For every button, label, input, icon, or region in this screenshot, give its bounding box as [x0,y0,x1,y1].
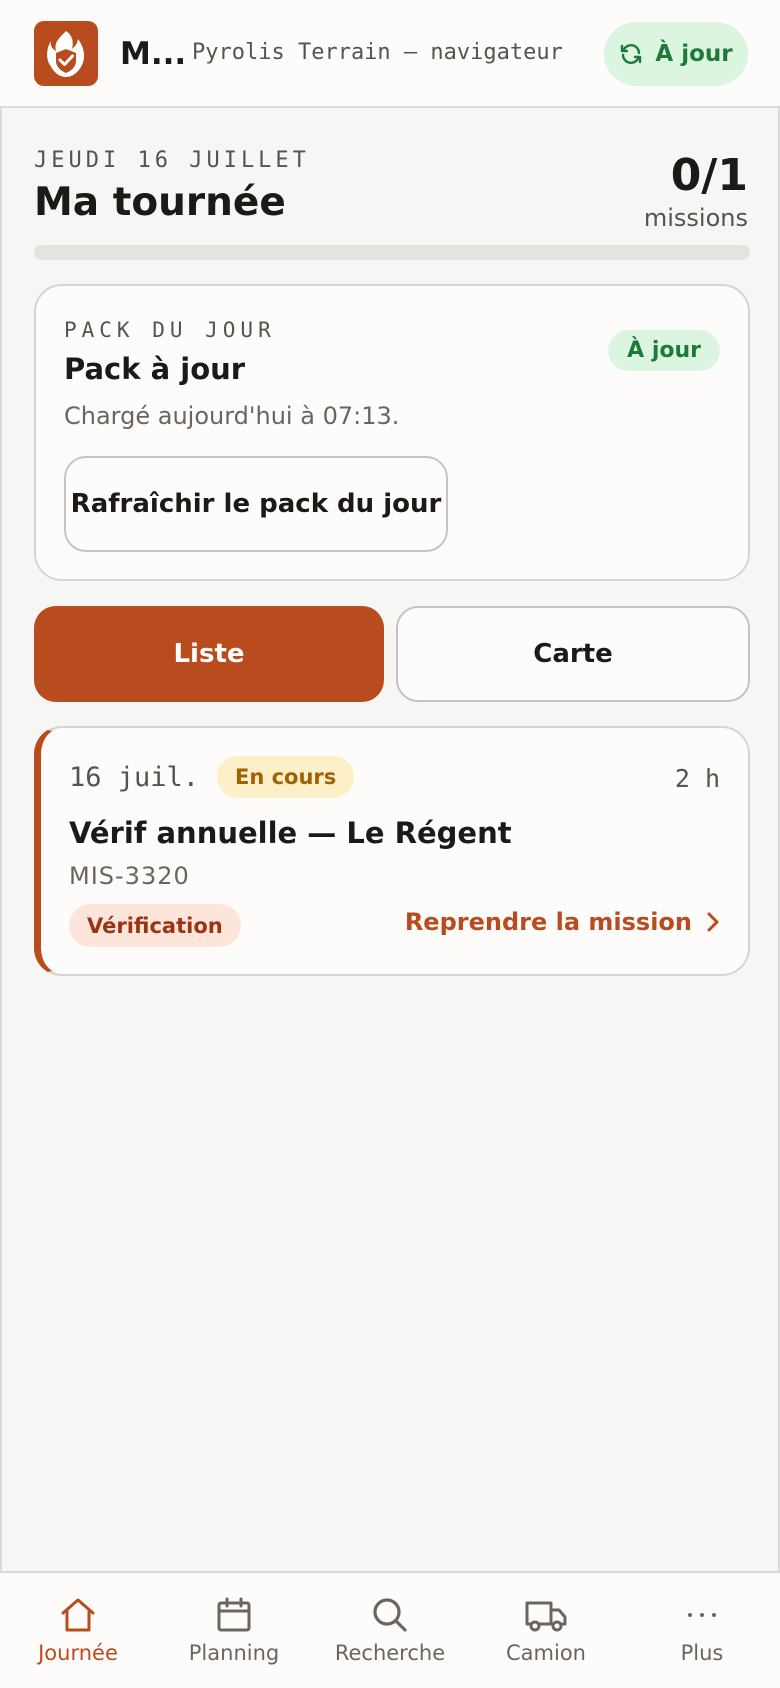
nav-item-recherche[interactable]: Recherche [312,1573,468,1688]
page-title: Ma tournée [34,180,286,225]
nav-item-journee[interactable]: Journée [0,1573,156,1688]
mission-title: Vérif annuelle — Le Régent [69,816,512,850]
main-content[interactable]: JEUDI 16 JUILLET Ma tournée 0/1 missions… [0,108,780,1571]
tour-progress-bar [34,245,750,260]
chevron-right-icon [707,912,719,932]
refresh-pack-button[interactable]: Rafraîchir le pack du jour [64,456,448,552]
nav-item-plus[interactable]: Plus [624,1573,780,1688]
app-name: M... [120,36,187,72]
nav-item-planning[interactable]: Planning [156,1573,312,1688]
pack-eyebrow: PACK DU JOUR [64,318,276,342]
pack-status-badge: À jour [608,330,720,371]
sync-status-button[interactable]: À jour [604,22,748,86]
mission-count: 0/1 [670,150,748,201]
view-map-button[interactable]: Carte [396,606,750,702]
mission-count-label: missions [643,204,748,232]
nav-item-camion[interactable]: Camion [468,1573,624,1688]
resume-mission-button[interactable]: Reprendre la mission [405,908,720,936]
app-logo [34,21,98,86]
pack-card: PACK DU JOUR Pack à jour À jour Chargé a… [34,284,750,581]
shield-check-flame-icon [47,30,85,77]
mission-reference: MIS-3320 [69,862,190,890]
mission-duration: 2 h [674,764,720,793]
mission-date: 16 juil. [69,762,200,793]
refresh-icon [621,44,642,64]
resume-mission-label: Reprendre la mission [404,908,692,936]
pack-description: Chargé aujourd'hui à 07:13. [64,402,400,430]
mission-card[interactable]: 16 juil. En cours 2 h Vérif annuelle — L… [34,726,750,976]
nav-label-journee: Journée [38,1641,118,1665]
app-subtitle: Pyrolis Terrain — navigateur [192,40,563,65]
nav-label-planning: Planning [188,1641,280,1665]
search-icon [373,1598,407,1632]
bottom-nav: Journée Planning Recherche Camion Plus [0,1571,780,1688]
more-icon [688,1613,716,1617]
sync-status-label: À jour [655,41,733,67]
app-header: M... Pyrolis Terrain — navigateur À jour [0,0,780,108]
tour-date: JEUDI 16 JUILLET [34,148,310,173]
nav-label-camion: Camion [506,1641,586,1665]
home-icon [61,1598,95,1632]
pack-title: Pack à jour [64,352,246,386]
mission-type-badge: Vérification [69,904,241,947]
mission-status-badge: En cours [217,756,355,798]
nav-label-recherche: Recherche [334,1641,446,1665]
calendar-icon [217,1597,251,1632]
truck-icon [525,1601,567,1632]
view-list-button[interactable]: Liste [34,606,384,702]
nav-label-plus: Plus [680,1641,724,1665]
